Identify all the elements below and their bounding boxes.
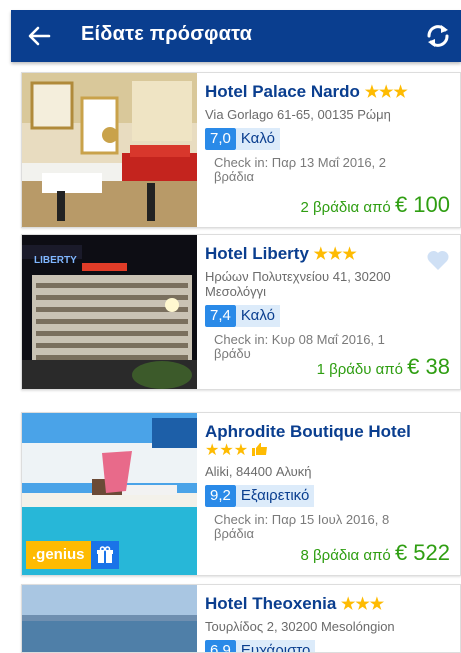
refresh-icon[interactable] (423, 21, 453, 51)
price-prefix: 8 βράδια από (300, 547, 391, 564)
gift-icon (90, 541, 119, 569)
star-rating: ★★★ (313, 246, 357, 263)
thumbs-up-icon (252, 443, 268, 456)
hotel-name: Hotel Theoxenia (205, 594, 337, 613)
star-rating: ★★★ (205, 442, 249, 459)
hotel-name: Aphrodite Boutique Hotel (205, 422, 411, 441)
score-badge: 7,0 (205, 128, 236, 150)
status-bar (0, 0, 461, 10)
svg-text:LIBERTY: LIBERTY (34, 255, 77, 266)
checkin-info: Check in: Παρ 15 Ιουλ 2016, 8 βράδια (214, 512, 390, 541)
hotel-address: Ηρώων Πολυτεχνείου 41, 30200 Μεσολόγγι (205, 269, 391, 299)
hotel-photo (22, 585, 197, 652)
price: 1 βράδυ από € 38 (317, 354, 450, 380)
score-word: Ευχάριστο (235, 640, 316, 652)
hotel-card[interactable]: LIBERTY Hotel Liberty ★★★ Ηρώων Πολυτεχν… (21, 234, 461, 390)
hotel-card[interactable]: Hotel Theoxenia ★★★ Τουρλίδος 2, 30200 M… (21, 584, 461, 653)
score-badge: 7,4 (205, 305, 236, 327)
app-bar: Είδατε πρόσφατα (11, 10, 461, 62)
hotel-photo (22, 73, 197, 227)
star-rating: ★★★ (341, 596, 385, 613)
hotel-name: Hotel Liberty (205, 244, 309, 263)
arrow-left-icon[interactable] (25, 22, 53, 50)
review-score: 9,2 Εξαιρετικό (205, 485, 450, 507)
genius-badge: .genius (26, 541, 119, 569)
checkin-info: Check in: Παρ 13 Μαΐ 2016, 2 βράδια (214, 155, 387, 184)
price: 2 βράδια από € 100 (301, 192, 450, 218)
score-word: Καλό (235, 128, 280, 150)
hotel-address: Via Gorlago 61-65, 00135 Ρώμη (205, 107, 391, 122)
hotel-name: Hotel Palace Nardo (205, 82, 360, 101)
price-amount: € 522 (394, 540, 450, 565)
price-prefix: 2 βράδια από (300, 199, 391, 216)
review-score: 7,0 Καλό (205, 128, 450, 150)
hotel-photo: .genius (22, 413, 197, 575)
hotel-address: Τουρλίδος 2, 30200 Mesolóngion (205, 619, 395, 634)
star-rating: ★★★ (364, 84, 408, 101)
score-badge: 6,9 (205, 640, 236, 652)
review-score: 7,4 Καλό (205, 305, 450, 327)
hotel-card[interactable]: Hotel Palace Nardo ★★★ Via Gorlago 61-65… (21, 72, 461, 228)
score-word: Εξαιρετικό (235, 485, 315, 507)
score-word: Καλό (235, 305, 280, 327)
price-amount: € 38 (407, 354, 450, 379)
score-badge: 9,2 (205, 485, 236, 507)
page-title: Είδατε πρόσφατα (81, 23, 253, 45)
heart-icon[interactable] (426, 249, 450, 271)
price-prefix: 1 βράδυ από (316, 361, 403, 378)
genius-label: .genius (26, 541, 91, 569)
hotel-card[interactable]: .genius Aphrodite Boutique Hotel ★★★ Ali… (21, 412, 461, 576)
review-score: 6,9 Ευχάριστο (205, 640, 450, 652)
hotel-address: Aliki, 84400 Αλυκή (205, 464, 312, 479)
hotel-photo: LIBERTY (22, 235, 197, 389)
price: 8 βράδια από € 522 (301, 540, 450, 566)
price-amount: € 100 (394, 192, 450, 217)
